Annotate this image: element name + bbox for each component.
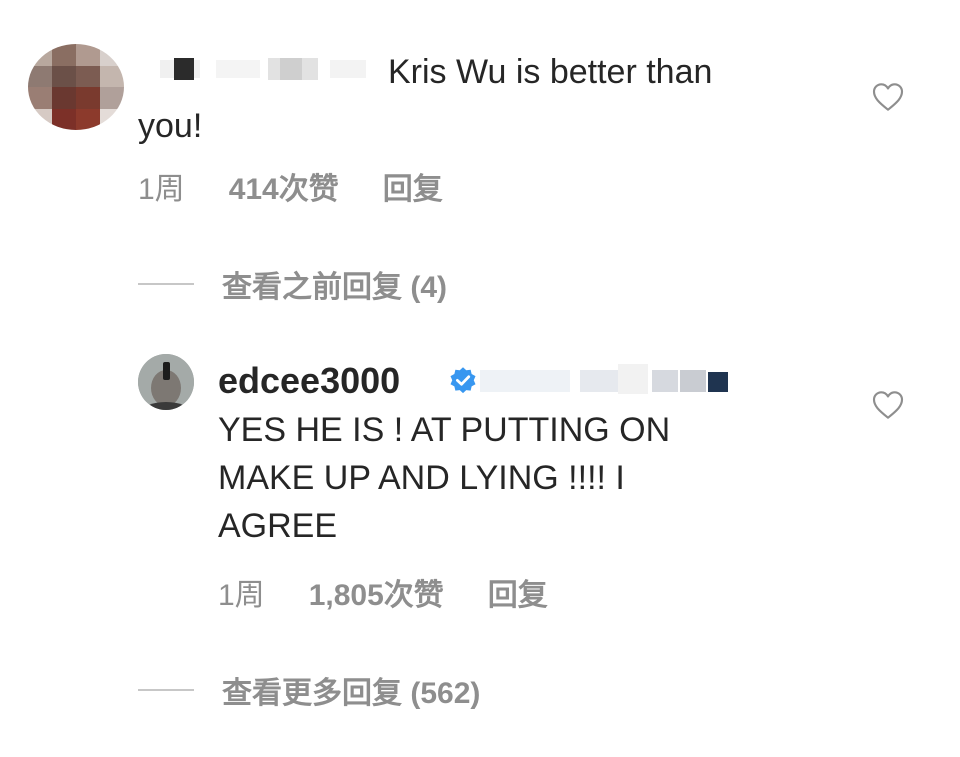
reply-text-line1: YES HE IS ! AT PUTTING ON (218, 411, 671, 449)
username[interactable]: edcee3000 (218, 360, 400, 402)
heart-outline-icon[interactable] (872, 390, 904, 420)
divider-line (138, 283, 194, 285)
redacted-text (480, 362, 740, 398)
view-previous-replies-label: 查看之前回复 (4) (222, 271, 447, 304)
reply-button[interactable]: 回复 (383, 164, 443, 208)
view-more-replies-label: 查看更多回复 (562) (222, 677, 481, 710)
reply-button[interactable]: 回复 (488, 570, 548, 614)
reply-meta: 1周 1,805次赞 回复 (218, 570, 548, 614)
username-blurred[interactable] (160, 54, 375, 84)
divider-line (138, 689, 194, 691)
comment-meta: 1周 414次赞 回复 (138, 164, 443, 208)
comment-time: 1周 (138, 173, 185, 206)
heart-outline-icon[interactable] (872, 82, 904, 112)
view-previous-replies[interactable]: 查看之前回复 (4) (138, 262, 447, 306)
like-count[interactable]: 414次赞 (229, 164, 339, 208)
reply-time: 1周 (218, 579, 265, 612)
view-more-replies[interactable]: 查看更多回复 (562) (138, 668, 480, 712)
reply-text-line3: AGREE (218, 507, 338, 545)
like-count[interactable]: 1,805次赞 (309, 570, 444, 614)
verified-badge-icon (450, 367, 476, 394)
reply-text-line2: MAKE UP AND LYING !!!! I (218, 459, 625, 497)
comment-text-line2: you! (138, 107, 203, 145)
avatar[interactable] (138, 354, 194, 410)
comment-text-line1: Kris Wu is better than (388, 53, 713, 91)
avatar-blurred[interactable] (28, 44, 124, 130)
